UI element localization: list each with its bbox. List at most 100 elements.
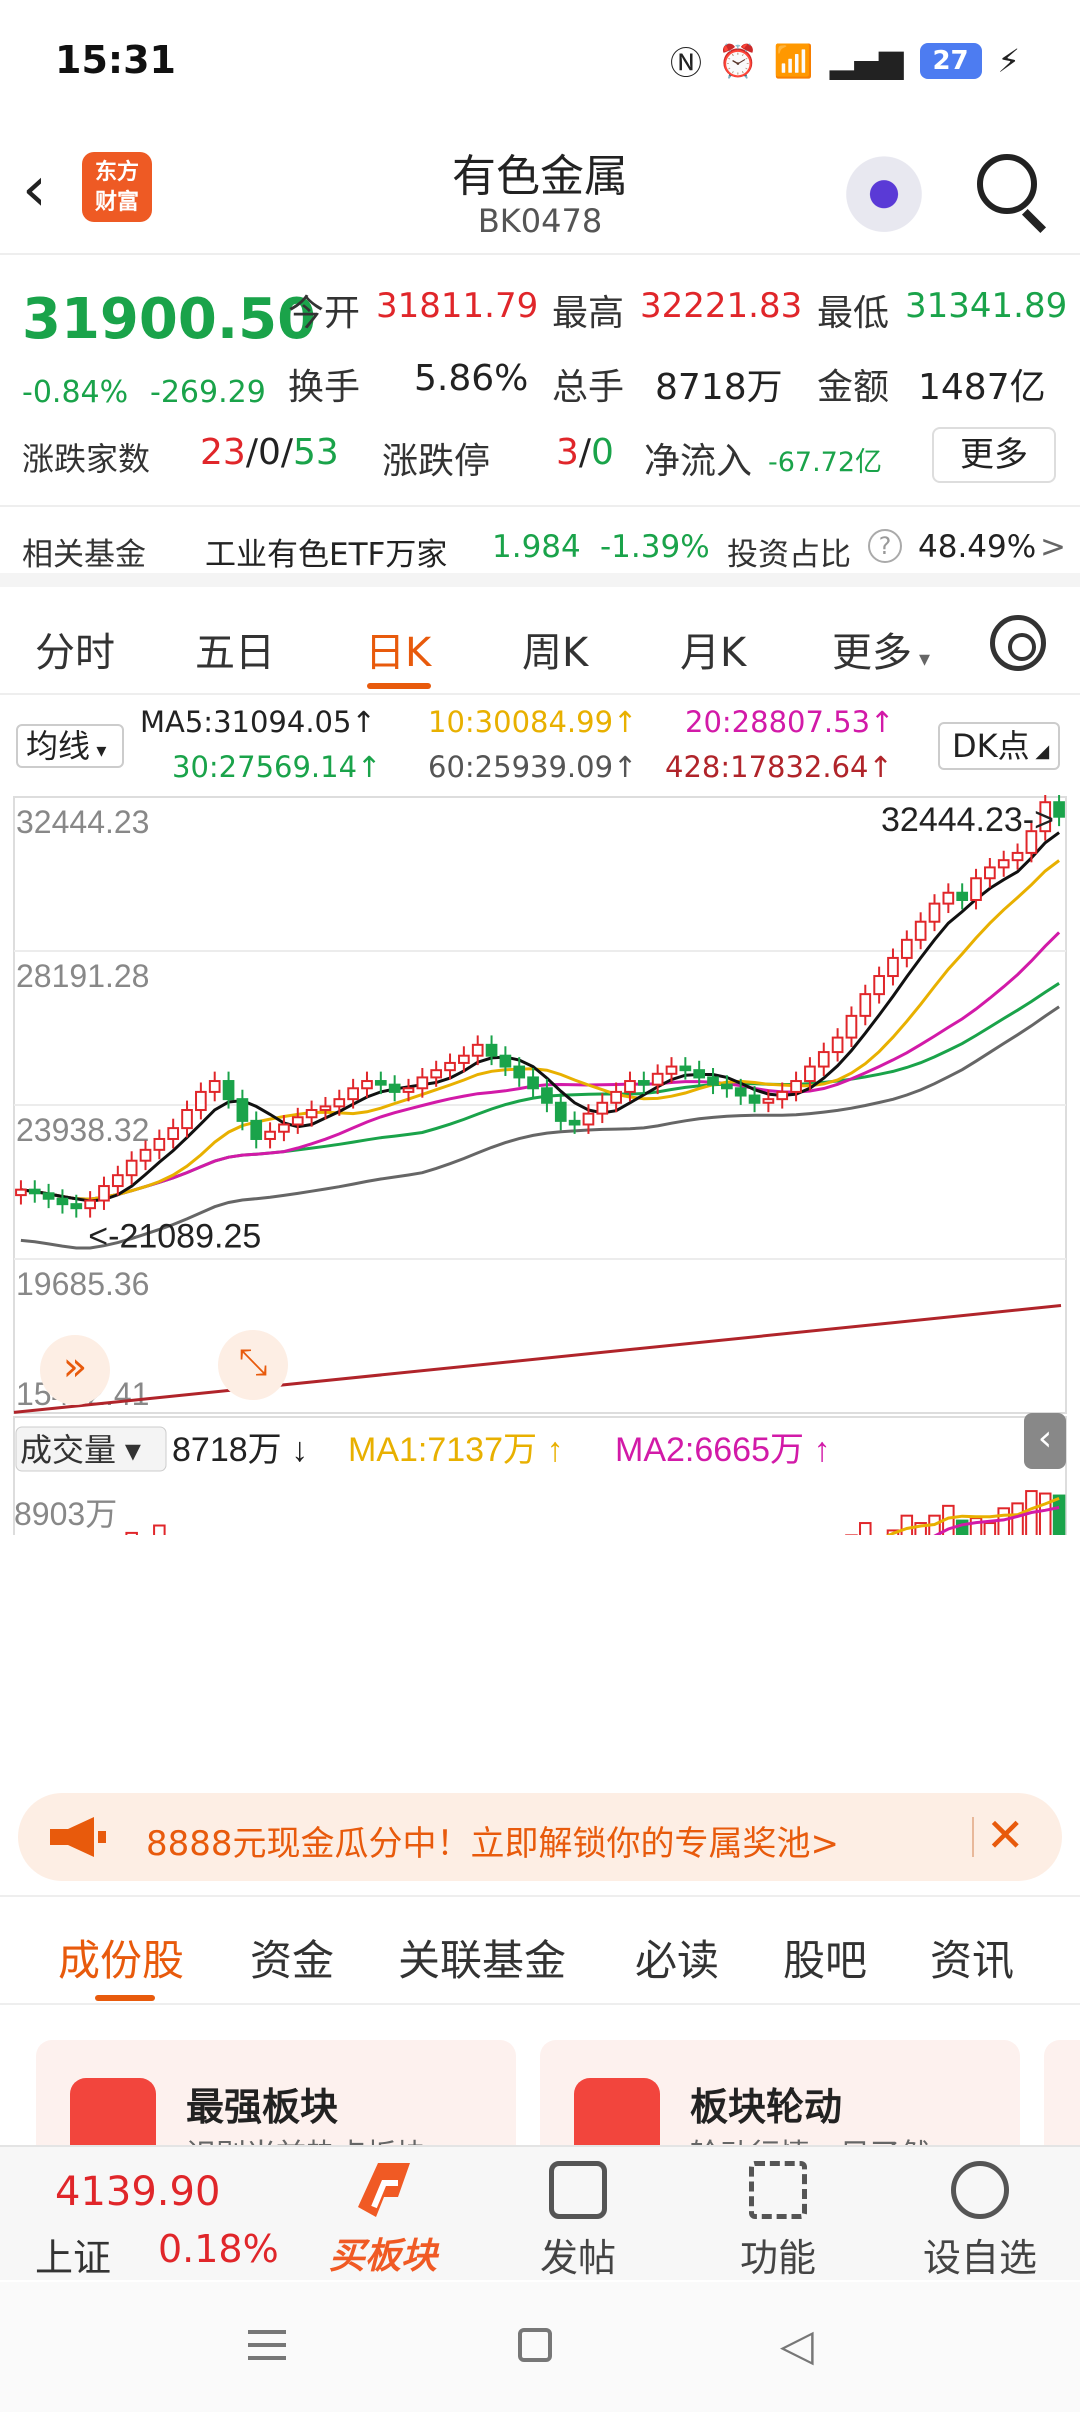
post-button[interactable]: 发帖	[508, 2157, 648, 2282]
candle-body	[430, 1069, 443, 1079]
ma-select[interactable]: 均线 ▾	[16, 724, 124, 768]
gear-icon[interactable]	[990, 615, 1046, 671]
candle-body	[900, 938, 913, 959]
ratio-value: 48.49%	[918, 529, 1037, 565]
ratio-label: 投资占比	[727, 537, 851, 573]
candle-body	[804, 1065, 816, 1083]
tab-constituents[interactable]: 成份股	[58, 1927, 184, 1988]
tab-funds-flow[interactable]: 资金	[250, 1927, 334, 1988]
updown-label: 涨跌家数	[22, 440, 151, 478]
more-button[interactable]: 更多	[932, 427, 1056, 483]
tab-must-read[interactable]: 必读	[635, 1927, 719, 1988]
high-label: 最高	[552, 293, 625, 334]
header: ‹ 东方 财富 有色金属 BK0478	[0, 130, 1080, 255]
tab-related-funds[interactable]: 关联基金	[398, 1927, 566, 1988]
tab-five-day[interactable]: 五日	[195, 620, 275, 678]
netflow-value: -67.72亿	[768, 447, 883, 478]
chart-svg[interactable]: 32444.2328191.2823938.3219685.3615432.41…	[0, 792, 1080, 1756]
dk-point-button[interactable]: DK点 ◢	[938, 722, 1060, 770]
volume-ma2: MA2:6665万 ↑	[615, 1431, 830, 1469]
card-title: 最强板块	[186, 2085, 339, 2129]
card-title: 板块轮动	[690, 2085, 843, 2129]
ma20-value: 20:28807.53↑	[685, 705, 895, 739]
ma10-value: 10:30084.99↑	[428, 705, 638, 739]
card-sector-rotation[interactable]: 板块轮动 轮动行情一目了然	[540, 2040, 1020, 2145]
candle-body	[721, 1083, 733, 1090]
expand-double-arrow-icon[interactable]: »	[40, 1335, 110, 1405]
candle-body	[333, 1098, 346, 1108]
low-label: 最低	[817, 293, 890, 334]
chevron-right-icon: >	[1040, 529, 1066, 565]
candle-body	[748, 1094, 761, 1104]
close-icon[interactable]: ✕	[986, 1808, 1025, 1862]
fullscreen-icon[interactable]: ⤡	[218, 1330, 288, 1400]
volume-value: 8718万 ↓	[172, 1431, 308, 1469]
tab-intraday[interactable]: 分时	[35, 620, 115, 678]
volume-label: 总手	[552, 367, 625, 408]
tab-monthly-k[interactable]: 月K	[680, 620, 746, 678]
search-button[interactable]	[975, 152, 1055, 234]
y-tick-label: 32444.23	[16, 804, 149, 840]
candle-body	[15, 1188, 27, 1197]
tab-weekly-k[interactable]: 周K	[522, 620, 588, 678]
volume-bar	[153, 1524, 166, 1711]
candle-body	[984, 866, 996, 880]
banner-text: 8888元现金瓜分中！立即解锁你的专属奖池>	[146, 1824, 840, 1864]
menu-icon[interactable]	[248, 2330, 286, 2360]
index-ticker[interactable]: 4139.90 上证 0.18%	[0, 2147, 300, 2282]
assistant-robot-icon[interactable]	[842, 148, 926, 232]
kline-chart[interactable]: 32444.2328191.2823938.3219685.3615432.41…	[0, 792, 1080, 1756]
tab-daily-k[interactable]: 日K	[365, 620, 431, 678]
volume-value: 8718万	[655, 367, 783, 408]
help-icon[interactable]: ?	[868, 529, 902, 563]
promo-banner[interactable]: 8888元现金瓜分中！立即解锁你的专属奖池> ✕	[18, 1793, 1062, 1881]
back-icon[interactable]: ◁	[780, 2320, 814, 2371]
home-icon[interactable]	[518, 2328, 552, 2362]
updown-count: 23/0/53	[200, 432, 339, 473]
y-tick-label: 23938.32	[16, 1112, 149, 1148]
tab-news[interactable]: 资讯	[930, 1927, 1014, 1988]
related-fund-row[interactable]: 相关基金 工业有色ETF万家 1.984 -1.39% 投资占比 ? 48.49…	[0, 505, 1080, 587]
ma428-value: 428:17832.64↑	[665, 750, 893, 784]
buy-sector-button[interactable]: 买板块	[318, 2157, 448, 2282]
volume-bar	[1038, 1492, 1052, 1711]
candle-body	[499, 1054, 512, 1068]
candle-body	[139, 1148, 152, 1162]
candle-body	[458, 1054, 470, 1064]
fund-label: 相关基金	[22, 537, 146, 573]
functions-button[interactable]: 功能	[708, 2157, 848, 2282]
rotation-icon	[574, 2078, 660, 2145]
candle-body	[513, 1065, 526, 1079]
collapse-arrow-icon[interactable]: ‹	[1024, 1413, 1066, 1469]
candle-body	[42, 1192, 55, 1200]
y-tick-label: 28191.28	[16, 958, 149, 994]
period-tabs: 分时 五日 日K 周K 月K 更多 ▾	[0, 595, 1080, 695]
card-strongest-sector[interactable]: 最强板块 识别当前热点板块	[36, 2040, 516, 2145]
tab-more[interactable]: 更多 ▾	[832, 620, 930, 678]
low-value: 31341.89	[905, 286, 1068, 326]
edit-icon	[549, 2161, 607, 2219]
candle-body	[347, 1087, 359, 1101]
candle-body	[693, 1069, 706, 1079]
candle-body	[84, 1199, 96, 1210]
candle-body	[527, 1076, 539, 1090]
ma60-value: 60:25939.09↑	[428, 750, 638, 784]
add-watchlist-button[interactable]: 设自选	[910, 2157, 1050, 2282]
candle-body	[98, 1185, 110, 1202]
high-value: 32221.83	[640, 286, 803, 326]
candle-body	[111, 1174, 124, 1188]
index-name: 上证	[35, 2236, 112, 2280]
candle-body	[956, 891, 969, 901]
candle-body	[554, 1101, 567, 1122]
volume-max-label: 8903万	[14, 1496, 117, 1532]
candle-body	[444, 1061, 456, 1072]
candle-body	[125, 1159, 138, 1177]
volume-bar	[859, 1522, 872, 1711]
tab-forum[interactable]: 股吧	[783, 1927, 867, 1988]
candle-body	[278, 1123, 290, 1133]
card-subtitle: 识别当前热点板块	[186, 2130, 426, 2145]
card-partial[interactable]	[1044, 2040, 1080, 2145]
system-nav-bar: ◁	[0, 2282, 1080, 2412]
candle-body	[195, 1090, 207, 1112]
section-tab-underline	[95, 1995, 155, 2001]
